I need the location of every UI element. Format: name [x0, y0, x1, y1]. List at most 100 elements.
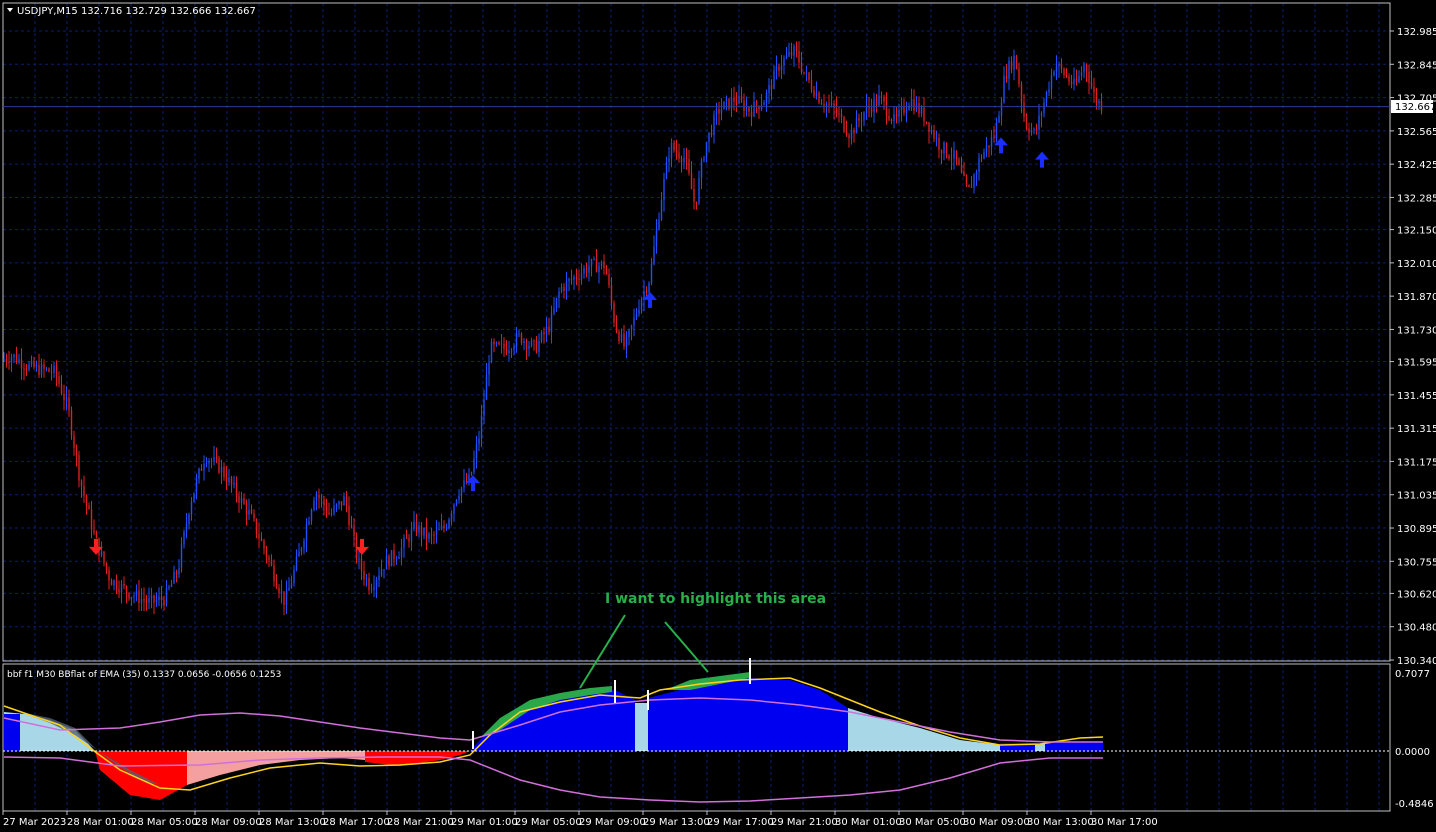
candle-body	[193, 492, 195, 502]
price-label: 132.010	[1397, 259, 1436, 270]
candle-body	[253, 513, 255, 519]
candle-body	[495, 342, 498, 345]
candle-body	[160, 596, 163, 601]
candle-body	[895, 114, 898, 117]
candle-body	[533, 340, 535, 342]
candle-body	[553, 307, 555, 314]
candle-body	[423, 527, 425, 536]
price-label: 131.455	[1397, 391, 1436, 402]
candle-body	[953, 150, 955, 159]
candle-body	[240, 497, 243, 503]
candle-body	[1070, 81, 1073, 85]
candle-body	[58, 376, 60, 384]
candle-body	[35, 364, 38, 368]
candle-body	[1015, 55, 1018, 69]
candle-body	[548, 326, 550, 333]
candle-body	[100, 551, 103, 556]
candle-body	[318, 494, 320, 499]
candle-body	[1060, 63, 1063, 69]
candle-body	[1058, 63, 1060, 67]
candle-body	[783, 58, 785, 66]
candle-body	[463, 480, 465, 488]
candle-body	[928, 122, 930, 133]
candle-body	[8, 361, 10, 363]
candle-body	[353, 527, 355, 537]
candle-body	[60, 383, 63, 394]
candle-body	[855, 117, 858, 134]
candle-body	[800, 62, 803, 72]
candle-body	[225, 476, 228, 483]
candle-body	[823, 104, 825, 107]
candle-body	[1095, 92, 1098, 104]
candle-body	[90, 509, 93, 530]
candle-body	[125, 586, 128, 593]
candle-body	[610, 285, 613, 304]
candle-body	[15, 354, 18, 363]
candle-body	[620, 333, 623, 341]
candle-body	[458, 495, 460, 500]
candle-body	[103, 551, 105, 564]
candle-body	[708, 132, 710, 143]
time-label: 28 Mar 09:00	[195, 817, 262, 828]
candle-body	[668, 157, 670, 162]
candle-body	[48, 368, 50, 372]
indicator-bottom-label: -0.4846	[1395, 799, 1434, 810]
candle-body	[718, 108, 720, 114]
candle-body	[3, 358, 5, 361]
candle-body	[78, 455, 80, 481]
candle-body	[775, 66, 778, 71]
candle-body	[935, 137, 938, 139]
candle-body	[400, 547, 403, 558]
candle-body	[158, 596, 160, 601]
candle-body	[363, 570, 365, 580]
candle-body	[343, 496, 345, 506]
candle-body	[698, 178, 700, 203]
candle-body	[358, 558, 360, 560]
candle-body	[248, 509, 250, 515]
candle-body	[588, 266, 590, 273]
candle-body	[518, 333, 520, 335]
candle-body	[183, 531, 185, 545]
candle-body	[455, 499, 458, 505]
candle-body	[185, 523, 188, 532]
candle-body	[555, 297, 558, 308]
candle-body	[925, 121, 928, 123]
candle-body	[325, 505, 328, 513]
candle-body	[143, 598, 145, 601]
candle-body	[818, 92, 820, 103]
candle-body	[543, 332, 545, 335]
candle-body	[305, 524, 308, 542]
candle-body	[860, 120, 863, 122]
candle-body	[990, 137, 993, 148]
candle-body	[940, 149, 943, 154]
candle-body	[120, 583, 123, 593]
candle-body	[198, 468, 200, 479]
candle-body	[108, 569, 110, 581]
candle-body	[80, 480, 83, 487]
time-label: 29 Mar 05:00	[515, 817, 582, 828]
candle-body	[838, 113, 840, 115]
candle-body	[388, 556, 390, 567]
candle-body	[140, 598, 143, 604]
candle-body	[828, 103, 830, 105]
candle-body	[740, 95, 743, 101]
candle-body	[993, 137, 995, 139]
candle-body	[13, 354, 15, 358]
candle-body	[970, 186, 973, 188]
candle-body	[410, 528, 413, 542]
candle-body	[68, 397, 70, 411]
candle-body	[73, 435, 75, 448]
trading-chart[interactable]: USDJPY,M15 132.716 132.729 132.666 132.6…	[0, 0, 1436, 832]
candle-body	[670, 142, 673, 158]
price-label: 132.425	[1397, 160, 1436, 171]
candle-body	[883, 96, 885, 102]
candle-body	[300, 548, 303, 552]
candle-body	[623, 333, 625, 347]
candle-body	[540, 332, 543, 342]
candle-body	[420, 525, 423, 536]
candle-body	[270, 560, 273, 566]
candle-body	[295, 556, 298, 570]
candle-body	[215, 457, 218, 459]
candle-body	[980, 158, 983, 160]
candle-body	[330, 513, 333, 515]
